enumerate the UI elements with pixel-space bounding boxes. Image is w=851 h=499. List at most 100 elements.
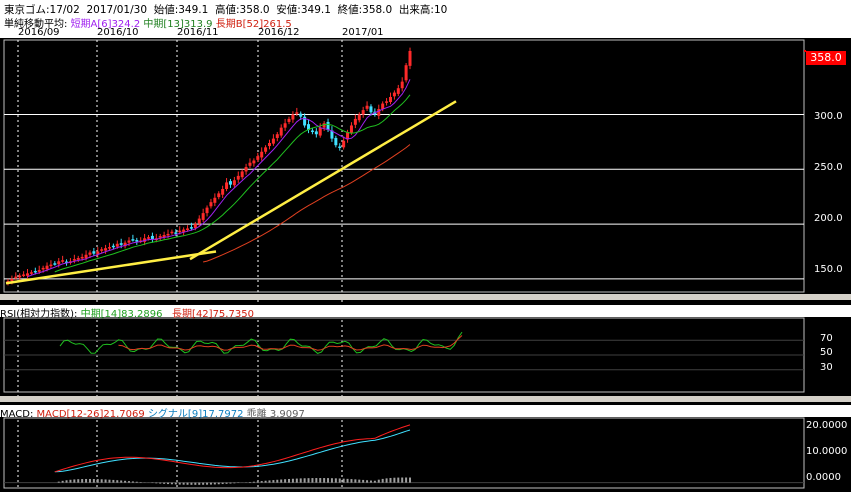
candle-body: [322, 123, 326, 128]
macd-histogram-bar: [178, 482, 181, 485]
macd-histogram-bar: [225, 482, 228, 484]
macd-histogram-bar: [393, 477, 396, 483]
macd-histogram-bar: [389, 477, 392, 483]
candle-body: [174, 232, 178, 234]
macd-histogram-bar: [315, 478, 318, 483]
candle-body: [37, 270, 41, 272]
macd-histogram-bar: [57, 481, 60, 483]
candle-body: [26, 273, 30, 276]
candle-body: [369, 106, 373, 113]
macd-histogram-bar: [124, 480, 127, 483]
candle-body: [33, 270, 37, 273]
macd-histogram-bar: [405, 477, 408, 483]
candle-body: [29, 272, 33, 274]
candle-body: [158, 236, 162, 238]
macd-histogram-bar: [264, 480, 267, 483]
macd-histogram-bar: [202, 482, 205, 485]
candle-body: [127, 240, 131, 243]
macd-histogram-bar: [77, 479, 80, 483]
macd-histogram-bar: [358, 479, 361, 483]
macd-histogram-bar: [354, 479, 357, 483]
panel-divider[interactable]: [0, 396, 851, 402]
candle-body: [221, 189, 225, 195]
candle-body: [205, 207, 209, 214]
candle-body: [408, 50, 412, 66]
macd-histogram-bar: [69, 479, 72, 483]
candle-body: [100, 249, 104, 251]
macd-histogram-bar: [198, 482, 201, 485]
candle-body: [209, 202, 213, 207]
macd-title: MACD:: [0, 409, 34, 420]
candle-body: [283, 123, 287, 128]
macd-histogram-bar: [409, 477, 411, 483]
candle-body: [135, 240, 139, 242]
panel-divider[interactable]: [0, 294, 851, 300]
macd-histogram-bar: [385, 478, 388, 483]
macd-histogram-bar: [397, 477, 400, 483]
macd-histogram-bar: [276, 479, 279, 483]
candle-body: [357, 114, 361, 121]
candle-body: [396, 88, 400, 94]
rsi-axis-label: 70: [820, 333, 833, 344]
macd-histogram-bar: [96, 479, 99, 483]
macd-histogram-bar: [330, 478, 333, 483]
macd-histogram-bar: [167, 482, 170, 485]
signal-legend: シグナル[9]17.7972: [147, 409, 244, 420]
candle-body: [84, 254, 88, 259]
candle-body: [381, 103, 385, 110]
candle-body: [275, 134, 279, 138]
candle-body: [14, 276, 18, 279]
candle-body: [131, 239, 135, 241]
candle-body: [392, 92, 396, 97]
macd-histogram-bar: [280, 479, 283, 483]
candle-body: [291, 114, 295, 120]
candle-body: [385, 101, 389, 103]
macd-histogram-bar: [233, 482, 236, 484]
candle-body: [252, 160, 256, 164]
candle-body: [178, 230, 182, 233]
candle-body: [213, 197, 217, 203]
candle-body: [186, 228, 190, 230]
panel-frame: [3, 417, 805, 489]
candle-body: [53, 263, 57, 265]
macd-histogram-bar: [131, 481, 134, 483]
candle-body: [388, 96, 392, 103]
macd-histogram-bar: [81, 479, 84, 483]
macd-histogram-bar: [163, 482, 166, 484]
candle-body: [193, 224, 197, 229]
candle-body: [279, 127, 283, 136]
candle-body: [256, 156, 260, 160]
macd-axis-label: 0.0000: [806, 472, 841, 483]
macd-histogram-bar: [248, 482, 251, 483]
price-axis-label: 250.0: [814, 162, 843, 173]
macd-histogram-bar: [295, 478, 298, 483]
current-price-badge: 358.0: [806, 51, 846, 65]
candle-body: [244, 167, 248, 172]
candle-body: [342, 140, 346, 148]
candle-body: [80, 256, 84, 259]
macd-histogram-bar: [209, 482, 212, 485]
price-axis-label: 200.0: [814, 213, 843, 224]
rsi-axis-label: 50: [820, 347, 833, 358]
macd-histogram-bar: [100, 479, 103, 483]
candle-body: [318, 127, 322, 136]
candle-body: [45, 265, 49, 270]
macd-histogram-bar: [112, 479, 115, 483]
macd-axis-label: 20.0000: [806, 420, 848, 431]
candle-body: [236, 175, 240, 180]
candle-body: [225, 182, 229, 190]
macd-legend: MACD[12-26]21.7069: [36, 409, 145, 420]
candle-body: [287, 118, 291, 122]
divergence-legend: 乖離 3.9097: [246, 409, 305, 420]
macd-histogram-bar: [377, 479, 380, 483]
rsi-mid-legend: 中期[14]83.2896: [80, 309, 163, 320]
macd-histogram-bar: [190, 482, 193, 485]
candle-body: [104, 248, 108, 251]
candle-body: [404, 65, 408, 81]
macd-histogram-bar: [104, 479, 107, 483]
macd-histogram-bar: [362, 479, 365, 483]
candle-body: [76, 258, 80, 260]
candle-body: [61, 260, 65, 262]
candle-body: [267, 142, 271, 147]
candle-body: [264, 147, 268, 152]
